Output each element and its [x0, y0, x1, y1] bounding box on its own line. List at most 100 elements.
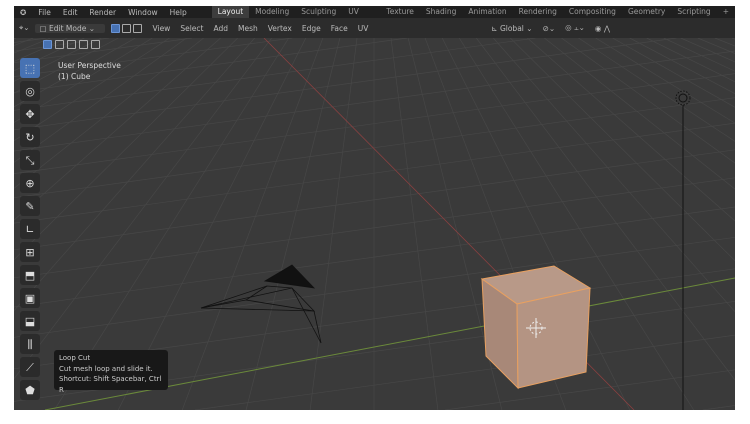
tool-add-cube[interactable]: ⊞ [20, 242, 40, 262]
tooltip-title: Loop Cut [59, 354, 91, 362]
grid-line [14, 177, 735, 279]
grid-line [309, 38, 358, 410]
tool-select-box[interactable]: ⬚ [20, 58, 40, 78]
tab-scripting[interactable]: Scripting [671, 6, 716, 18]
header-menu-edge[interactable]: Edge [297, 24, 326, 33]
tab-shading[interactable]: Shading [420, 6, 462, 18]
loop-cut-icon: ⫼ [27, 337, 33, 351]
tab-uv-editing[interactable]: UV Editing [342, 6, 380, 28]
blender-window: ✪ File Edit Render Window Help Layout Modelin… [14, 6, 735, 410]
tool-poly-build[interactable]: ⬟ [20, 380, 40, 400]
tab-compositing[interactable]: Compositing [563, 6, 622, 18]
tool-knife[interactable]: ⟋ [20, 357, 40, 377]
menu-help[interactable]: Help [164, 8, 193, 17]
grid-line [245, 38, 341, 410]
top-bar: ✪ File Edit Render Window Help Layout Modelin… [14, 6, 735, 28]
tool-inset[interactable]: ▣ [20, 288, 40, 308]
select-new-icon[interactable] [43, 40, 52, 49]
poly-build-icon: ⬟ [25, 383, 35, 397]
tool-scale[interactable]: ⤡ [20, 150, 40, 170]
header-menu-face[interactable]: Face [326, 24, 353, 33]
grid-line [14, 122, 735, 224]
grid-line [702, 405, 735, 410]
tool-annotate[interactable]: ✎ [20, 196, 40, 216]
tool-rotate[interactable]: ↻ [20, 127, 40, 147]
light-object [675, 90, 691, 410]
cursor-icon: ◎ [25, 84, 35, 98]
grid-line [181, 38, 324, 410]
grid-line [390, 38, 439, 410]
tab-animation[interactable]: Animation [462, 6, 512, 18]
selection-mode-row [42, 40, 101, 49]
tool-shelf: ⬚ ◎ ✥ ↻ ⤡ ⊕ ✎ ∟ ⊞ ⬒ ▣ ⬓ ⫼ ⟋ ⬟ [20, 58, 42, 403]
menu-edit[interactable]: Edit [57, 8, 84, 17]
grid-line [14, 149, 735, 251]
header-menu-add[interactable]: Add [208, 24, 233, 33]
proportional-edit-icon[interactable]: ◉ ⋀ [590, 24, 615, 33]
inset-icon: ▣ [24, 291, 36, 305]
tool-transform[interactable]: ⊕ [20, 173, 40, 193]
header-menu-select[interactable]: Select [175, 24, 208, 33]
grid-line [14, 236, 735, 338]
snap-icon[interactable]: ◎ ⫠⌄ [560, 23, 590, 33]
vertex-select-icon[interactable] [110, 23, 120, 33]
header-menu-vertex[interactable]: Vertex [263, 24, 297, 33]
rotate-icon: ↻ [25, 130, 35, 144]
grid-line [731, 38, 735, 40]
header-menu-uv[interactable]: UV [353, 24, 374, 33]
annotate-icon: ✎ [25, 199, 35, 213]
select-box-icon: ⬚ [24, 61, 36, 75]
select-intersect-icon[interactable] [91, 40, 100, 49]
tab-texture-paint[interactable]: Texture Paint [380, 6, 419, 28]
menu-file[interactable]: File [32, 8, 57, 17]
grid-line [445, 369, 735, 410]
tab-layout[interactable]: Layout [211, 6, 250, 18]
tab-geometry-nodes[interactable]: Geometry Nodes [622, 6, 671, 28]
header-menu-mesh[interactable]: Mesh [233, 24, 263, 33]
blender-logo-icon[interactable]: ✪ [14, 8, 32, 17]
tool-measure[interactable]: ∟ [20, 219, 40, 239]
tab-rendering[interactable]: Rendering [513, 6, 563, 18]
camera-object [200, 264, 322, 344]
menu-window[interactable]: Window [122, 8, 164, 17]
mode-dropdown[interactable]: ▢ Edit Mode ⌄ [34, 23, 105, 33]
grid-line [14, 97, 735, 199]
grid-line [714, 38, 735, 47]
grid-line [663, 38, 735, 72]
tab-add[interactable]: + [717, 6, 735, 18]
grid-line [14, 50, 735, 152]
header-menu-view[interactable]: View [148, 24, 176, 33]
viewport-header: ⌖⌄ ▢ Edit Mode ⌄ View Select Add Mesh Vertex… [14, 18, 735, 38]
menu-render[interactable]: Render [83, 8, 122, 17]
tool-loop-cut[interactable]: ⫼ [20, 334, 40, 354]
select-mode-buttons[interactable] [105, 23, 148, 33]
tooltip-shortcut: Shortcut: Shift Spacebar, Ctrl R [59, 375, 162, 394]
select-subtract-icon[interactable] [67, 40, 76, 49]
extrude-icon: ⬒ [24, 268, 36, 282]
tool-extrude[interactable]: ⬒ [20, 265, 40, 285]
tool-bevel[interactable]: ⬓ [20, 311, 40, 331]
orientation-dropdown[interactable]: ⊾ Global ⌄ [486, 24, 537, 33]
grid-line [14, 38, 255, 311]
grid-line [14, 38, 17, 40]
orientation-label: Global [499, 23, 524, 33]
tab-modeling[interactable]: Modeling [249, 6, 295, 18]
tab-sculpting[interactable]: Sculpting [295, 6, 342, 18]
tooltip: Loop Cut Cut mesh loop and slide it. Sho… [54, 350, 168, 394]
grid-line [14, 73, 735, 174]
grid-line [14, 206, 735, 308]
grid-line [595, 38, 735, 124]
tool-cursor[interactable]: ◎ [20, 81, 40, 101]
scale-icon: ⤡ [25, 153, 35, 167]
face-select-icon[interactable] [132, 23, 142, 33]
select-invert-icon[interactable] [79, 40, 88, 49]
tool-move[interactable]: ✥ [20, 104, 40, 124]
select-extend-icon[interactable] [55, 40, 64, 49]
grid-line [194, 334, 735, 410]
pivot-icon[interactable]: ⊘⌄ [538, 24, 561, 33]
active-object: (1) Cube [58, 72, 91, 81]
editor-type-button[interactable]: ⌖⌄ [14, 23, 35, 33]
knife-icon: ⟋ [26, 360, 34, 374]
transform-icon: ⊕ [25, 176, 35, 190]
edge-select-icon[interactable] [121, 23, 131, 33]
